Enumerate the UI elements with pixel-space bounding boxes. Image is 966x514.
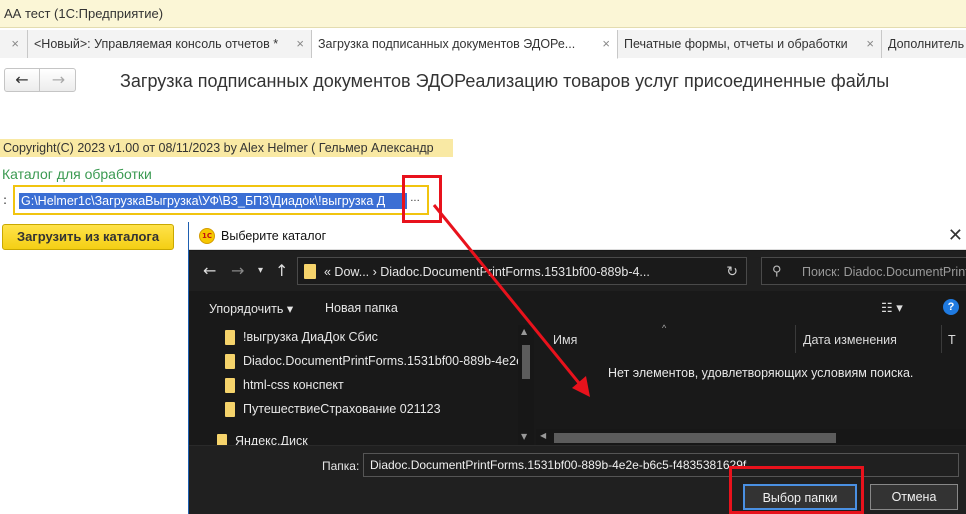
close-icon[interactable]: × (11, 36, 19, 51)
new-folder-button[interactable]: Новая папка (325, 301, 398, 315)
file-list: Имя ^ Дата изменения Т Нет элементов, удо… (536, 323, 966, 445)
catalog-label: Каталог для обработки (2, 166, 152, 182)
back-arrow-icon[interactable]: ← (5, 69, 40, 91)
column-header-name[interactable]: Имя ^ (536, 323, 796, 353)
address-bar[interactable]: « Dow... › Diadoc.DocumentPrintForms.153… (297, 257, 747, 285)
close-icon[interactable]: × (602, 36, 610, 51)
back-arrow-icon[interactable]: ← (203, 261, 216, 280)
search-icon: ⚲ (772, 263, 782, 278)
scroll-thumb[interactable] (554, 433, 836, 443)
folder-icon (225, 330, 235, 345)
command-bar: Упорядочить ▾ Новая папка ☷ ▾ ? (189, 291, 966, 325)
up-arrow-icon[interactable]: ↑ (275, 261, 288, 280)
page-title: Загрузка подписанных документов ЭДОРеали… (120, 71, 890, 91)
catalog-colon: : (3, 193, 8, 207)
tab-report-console[interactable]: <Новый>: Управляемая консоль отчетов * × (28, 30, 312, 58)
view-options-icon[interactable]: ☷ ▾ (881, 300, 903, 316)
yandex-disk-icon (217, 434, 227, 445)
dialog-titlebar: 1С Выберите каталог ✕ (189, 222, 966, 250)
window-title: АА тест (1С:Предприятие) (0, 0, 966, 28)
tab-label: Печатные формы, отчеты и обработки (624, 37, 848, 51)
folder-icon (304, 264, 316, 279)
address-toolbar: ← → ▾ ↑ « Dow... › Diadoc.DocumentPrintF… (189, 251, 966, 291)
annotation-box-choose (402, 175, 442, 223)
sort-ascending-icon: ^ (662, 323, 667, 333)
organize-button[interactable]: Упорядочить ▾ (209, 301, 293, 316)
file-hscrollbar[interactable]: ◀ (536, 429, 966, 445)
scroll-left-icon[interactable]: ◀ (540, 431, 546, 440)
navigation-pane: !выгрузка ДиаДок Сбис Diadoc.DocumentPri… (189, 325, 534, 445)
close-icon[interactable]: × (296, 36, 304, 51)
tab-label: <Новый>: Управляемая консоль отчетов * (34, 37, 279, 51)
close-icon[interactable]: ✕ (948, 225, 963, 246)
nav-scrollbar[interactable]: ▲ ▼ (518, 325, 534, 445)
annotation-box-select (729, 466, 864, 514)
forward-arrow-icon[interactable]: → (41, 69, 76, 91)
catalog-path-input[interactable]: G:\Helmer1c\ЗагрузкаВыгрузка\УФ\ВЗ_БП3\Д… (13, 185, 429, 215)
tab-label: Загрузка подписанных документов ЭДОРе... (318, 37, 576, 51)
column-header-type[interactable]: Т (942, 325, 966, 353)
help-icon[interactable]: ? (943, 299, 959, 315)
close-icon[interactable]: × (866, 36, 874, 51)
search-placeholder: Поиск: Diadoc.DocumentPrint... (802, 265, 966, 279)
forward-arrow-icon[interactable]: → (231, 261, 244, 280)
scroll-down-icon[interactable]: ▼ (521, 432, 527, 441)
tab-additional[interactable]: Дополнитель (882, 30, 966, 58)
catalog-path-value[interactable]: G:\Helmer1c\ЗагрузкаВыгрузка\УФ\ВЗ_БП3\Д… (19, 193, 407, 209)
folder-label: Папка: (322, 459, 360, 473)
history-nav: ← → (4, 68, 76, 92)
column-header-date[interactable]: Дата изменения (796, 325, 942, 353)
cancel-button[interactable]: Отмена (870, 484, 958, 510)
folder-input[interactable]: Diadoc.DocumentPrintForms.1531bf00-889b-… (363, 453, 959, 477)
address-path: « Dow... › Diadoc.DocumentPrintForms.153… (324, 265, 650, 279)
tab-previous[interactable]: × (0, 30, 28, 58)
load-from-catalog-button[interactable]: Загрузить из каталога (2, 224, 174, 250)
dialog-title: Выберите каталог (221, 229, 327, 243)
copyright-banner: Copyright(C) 2023 v1.00 от 08/11/2023 by… (0, 139, 453, 157)
refresh-icon[interactable]: ↻ (726, 263, 738, 280)
empty-message: Нет элементов, удовлетворяющих условиям … (608, 366, 914, 380)
folder-icon (225, 354, 235, 369)
tab-label: Дополнитель (888, 37, 965, 51)
folder-icon (225, 378, 235, 393)
tab-strip: × <Новый>: Управляемая консоль отчетов *… (0, 30, 966, 59)
scroll-up-icon[interactable]: ▲ (521, 327, 527, 336)
scroll-thumb[interactable] (522, 345, 530, 379)
search-input[interactable]: ⚲ Поиск: Diadoc.DocumentPrint... (761, 257, 966, 285)
tab-upload-signed-docs[interactable]: Загрузка подписанных документов ЭДОРе...… (312, 30, 618, 59)
1c-logo-icon: 1С (199, 228, 215, 244)
folder-icon (225, 402, 235, 417)
tab-print-forms[interactable]: Печатные формы, отчеты и обработки × (618, 30, 882, 58)
recent-dropdown-icon[interactable]: ▾ (258, 265, 263, 276)
